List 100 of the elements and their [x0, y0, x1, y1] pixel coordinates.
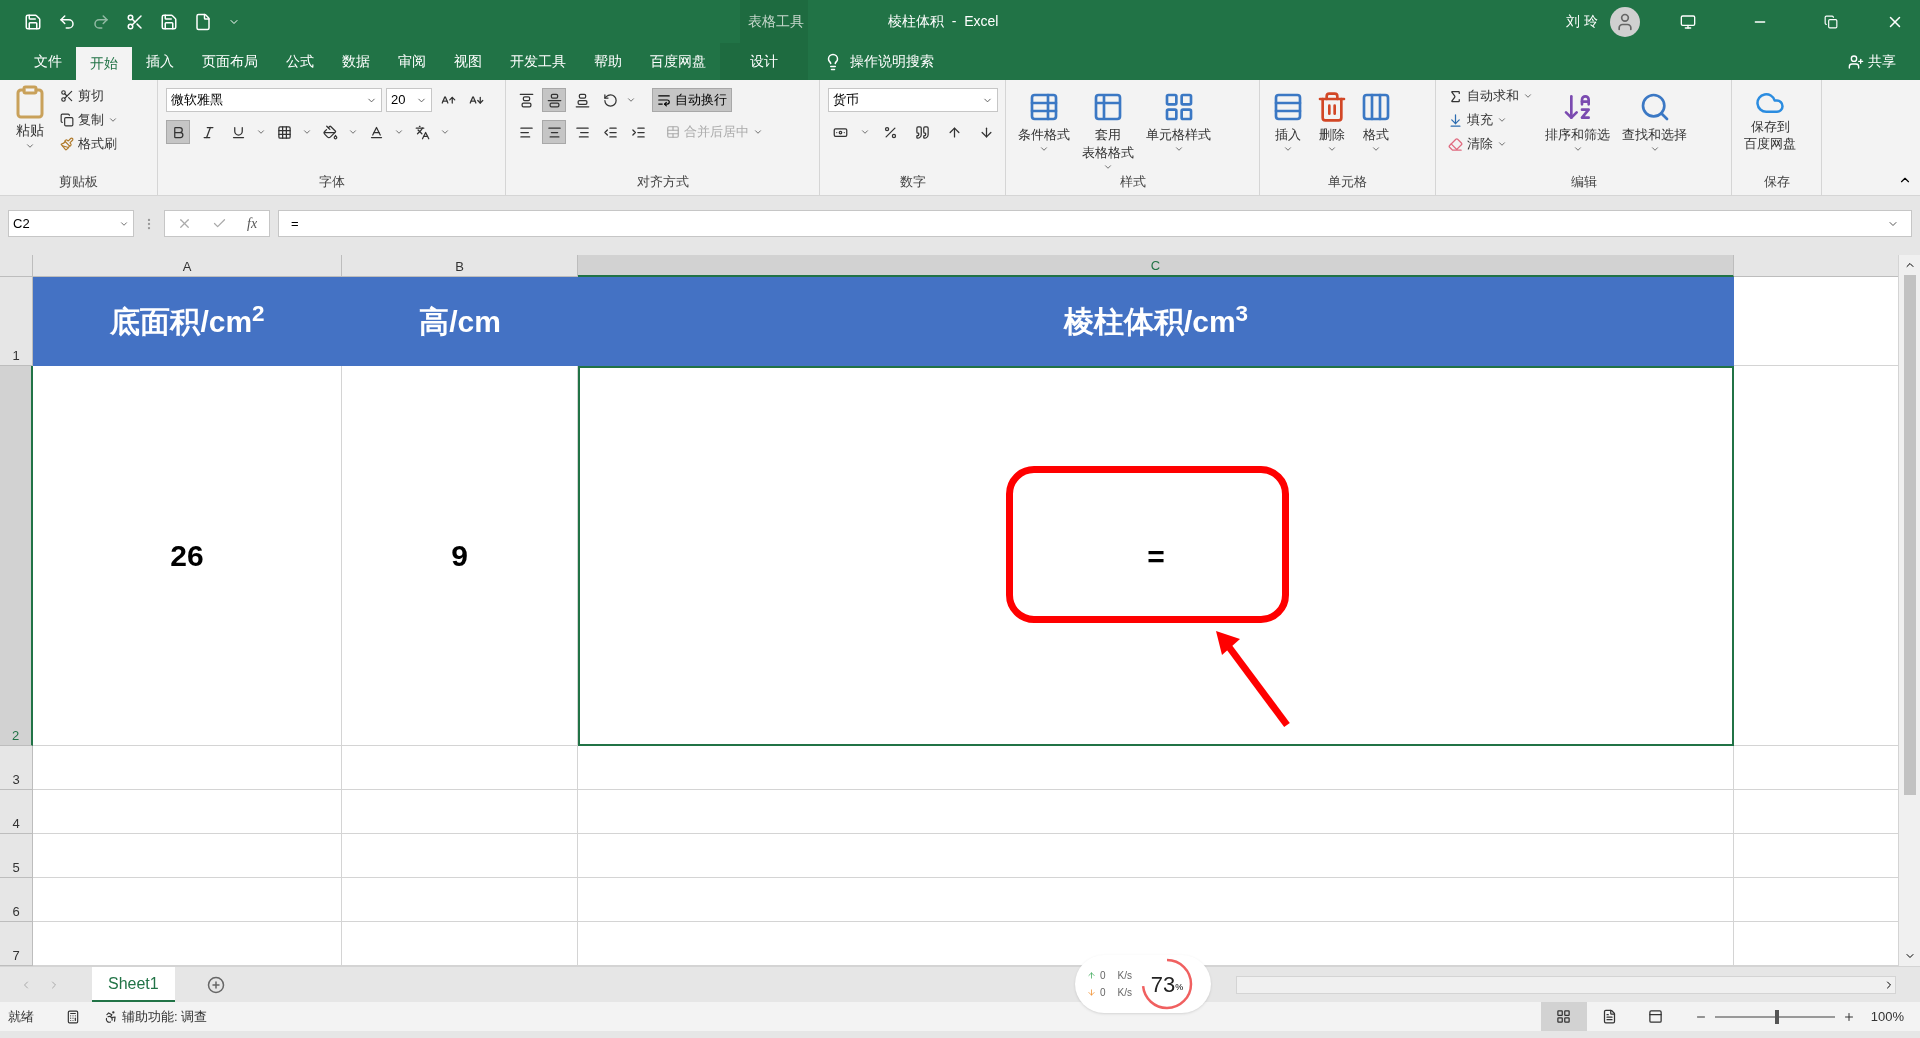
page-icon: [1602, 1009, 1618, 1024]
save-to-cloud-button[interactable]: 保存到 百度网盘: [1740, 84, 1800, 152]
wrap-text-icon: [657, 93, 671, 107]
caret-icon: [348, 127, 358, 137]
formula-input[interactable]: =: [278, 210, 1912, 237]
caret-icon: [1523, 91, 1533, 101]
increase-decimal-icon: [946, 124, 962, 140]
scroll-thumb[interactable]: [1903, 275, 1916, 795]
insert-rows-icon: [1272, 91, 1304, 123]
sheet-tab[interactable]: Sheet1: [92, 967, 175, 1002]
ribbon-tab[interactable]: 帮助: [580, 43, 636, 80]
percent-sign: %: [1175, 982, 1184, 995]
caret-icon: [753, 127, 763, 137]
view-button[interactable]: [1540, 1002, 1587, 1031]
ribbon-button[interactable]: 套用 表格格式: [1078, 84, 1138, 172]
share-button[interactable]: 共享: [1848, 43, 1896, 80]
ribbon-button[interactable]: 自动求和: [1444, 84, 1537, 108]
zoom-level[interactable]: 100%: [1870, 1006, 1904, 1027]
ribbon-tab[interactable]: 页面布局: [188, 43, 272, 80]
ribbon-tab[interactable]: 数据: [328, 43, 384, 80]
user-plus-icon: [1848, 53, 1864, 70]
row-header[interactable]: 2: [0, 366, 33, 746]
insert-function-button[interactable]: fx: [247, 213, 258, 234]
save-icon[interactable]: [24, 12, 42, 31]
header-text: 棱柱体积/cm$^{3}$: [1063, 299, 1249, 340]
ribbon-button[interactable]: 剪切: [56, 84, 122, 108]
ribbon-button[interactable]: 复制: [56, 108, 122, 132]
row-header[interactable]: 3: [0, 746, 33, 790]
ribbon-button[interactable]: 单元格样式: [1142, 84, 1215, 154]
avatar-icon[interactable]: [1610, 6, 1640, 37]
row-header[interactable]: 7: [0, 922, 33, 966]
zoom-in-icon[interactable]: [1842, 1010, 1855, 1023]
accessibility-icon: [104, 1009, 118, 1024]
add-sheet-icon[interactable]: [206, 975, 225, 994]
ribbon-button[interactable]: 填充: [1444, 108, 1537, 132]
font-size-field[interactable]: 20: [386, 88, 432, 112]
decrease-decimal-icon: [978, 124, 994, 140]
ribbon-button[interactable]: 删除: [1312, 84, 1352, 154]
name-box[interactable]: C2: [8, 210, 134, 237]
align-center-button[interactable]: [542, 120, 566, 144]
upload-speed: 0: [1100, 969, 1106, 983]
caret-icon: [1103, 162, 1113, 172]
calculator-icon[interactable]: [66, 1009, 80, 1024]
accessibility-status[interactable]: 辅助功能: 调查: [122, 1006, 208, 1027]
merge-cells-icon: [666, 125, 680, 139]
group-label: 样式: [1119, 173, 1146, 191]
row-header[interactable]: 4: [0, 790, 33, 834]
ribbon-button[interactable]: 格式: [1356, 84, 1396, 154]
ribbon-tab[interactable]: 开始: [76, 47, 132, 80]
header-text: 高/cm: [419, 304, 501, 340]
paste-button[interactable]: 粘贴: [8, 84, 52, 151]
tell-me-search[interactable]: 操作说明搜索: [824, 43, 934, 80]
ribbon-button[interactable]: 格式刷: [56, 132, 122, 156]
ribbon-tab[interactable]: 文件: [20, 43, 76, 80]
ribbon-button[interactable]: 排序和筛选: [1541, 84, 1614, 154]
ribbon-tab[interactable]: 视图: [440, 43, 496, 80]
caret-icon: [1649, 144, 1660, 154]
vertical-scrollbar[interactable]: [1898, 255, 1920, 966]
ribbon-button[interactable]: 插入: [1268, 84, 1308, 154]
ribbon-display-icon[interactable]: [1680, 13, 1696, 30]
percent-icon: [882, 124, 898, 140]
ribbon-tab[interactable]: 百度网盘: [636, 43, 720, 80]
row-header[interactable]: 1: [0, 277, 33, 366]
ribbon-button[interactable]: 查找和选择: [1618, 84, 1691, 154]
group-label: 数字: [899, 172, 926, 191]
up-arrow-icon: [1087, 971, 1096, 980]
caret-icon: [1497, 139, 1507, 149]
speed-unit: K/s: [1117, 969, 1132, 983]
ribbon-tab[interactable]: 开发工具: [496, 43, 580, 80]
ribbon-button[interactable]: 条件格式: [1014, 84, 1074, 154]
outdent-icon: [602, 124, 618, 140]
ribbon-tab[interactable]: 设计: [720, 43, 808, 80]
row-header[interactable]: 6: [0, 878, 33, 922]
new-file-icon[interactable]: [194, 12, 212, 31]
font-family-field[interactable]: 微软雅黑: [166, 88, 382, 112]
ribbon-tab[interactable]: 审阅: [384, 43, 440, 80]
restore-icon[interactable]: [1824, 14, 1838, 29]
ribbon-button[interactable]: 清除: [1444, 132, 1537, 156]
wrap-text-button[interactable]: 自动换行: [652, 88, 732, 112]
bold-button[interactable]: [166, 120, 190, 144]
caret-icon: [440, 127, 450, 137]
number-format-field[interactable]: 货币: [828, 88, 998, 112]
horizontal-scrollbar[interactable]: [1236, 975, 1896, 994]
row-header[interactable]: 5: [0, 834, 33, 878]
align-left-icon: [518, 124, 534, 140]
ribbon-tab[interactable]: 公式: [272, 43, 328, 80]
speed-unit: K/s: [1117, 986, 1132, 1000]
undo-icon[interactable]: [58, 12, 76, 31]
column-header[interactable]: C: [578, 255, 1734, 277]
middle-align-button[interactable]: [542, 88, 566, 112]
save-as-icon[interactable]: [160, 12, 178, 31]
group-label: 单元格: [1328, 172, 1367, 191]
caret-icon: [1173, 144, 1184, 154]
panel-icon: [1648, 1009, 1664, 1024]
ribbon-tab[interactable]: 插入: [132, 43, 188, 80]
column-header[interactable]: B: [342, 255, 578, 277]
zoom-slider-thumb[interactable]: [1774, 1009, 1779, 1024]
paint-bucket-icon: [322, 124, 338, 140]
column-header[interactable]: A: [33, 255, 342, 277]
scissors-icon[interactable]: [126, 12, 144, 31]
